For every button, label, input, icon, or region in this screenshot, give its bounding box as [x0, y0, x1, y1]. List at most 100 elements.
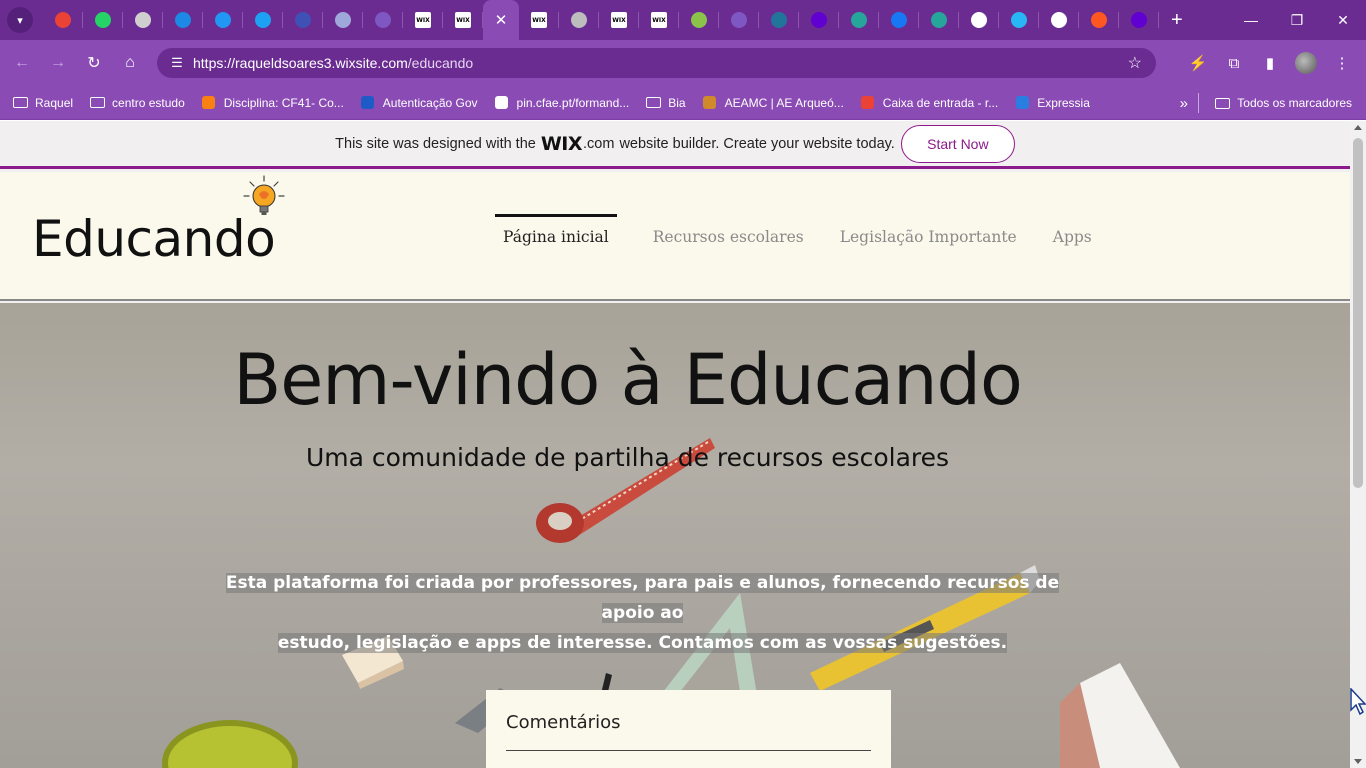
check-app-icon — [375, 12, 391, 28]
bookmark-item[interactable]: centro estudo — [81, 90, 193, 116]
hero-subtitle: Uma comunidade de partilha de recursos e… — [305, 443, 950, 472]
close-icon[interactable]: ✕ — [495, 11, 508, 29]
minimize-button[interactable]: — — [1228, 0, 1274, 40]
browser-tab[interactable] — [323, 0, 363, 40]
menu-kebab-icon[interactable]: ⋮ — [1324, 45, 1360, 81]
site-info-icon[interactable]: ☰ — [161, 55, 193, 71]
bookmark-label: Expressia — [1037, 95, 1090, 110]
home-button[interactable]: ⌂ — [112, 45, 148, 81]
moodle-icon — [201, 96, 217, 110]
bookmark-label: Autenticação Gov — [382, 95, 478, 110]
browser-tab[interactable] — [719, 0, 759, 40]
browser-tab[interactable]: WIX — [599, 0, 639, 40]
bookmarks-bar: Raquel centro estudo Disciplina: CF41- Co.… — [0, 86, 1366, 120]
bookmark-item[interactable]: pin.cfae.pt/formand... — [486, 90, 638, 116]
wix-promo-banner: This site was designed with the WIX .com… — [0, 121, 1350, 169]
browser-tab[interactable] — [163, 0, 203, 40]
page-viewport: This site was designed with the WIX .com… — [0, 121, 1350, 768]
bookmark-item[interactable]: Autenticação Gov — [352, 90, 486, 116]
browser-tab[interactable] — [83, 0, 123, 40]
tab-search-button[interactable]: ▾ — [7, 7, 33, 33]
nav-item-recursos-escolares[interactable]: Recursos escolares — [653, 214, 804, 246]
hero-description-line-1: Esta plataforma foi criada por professor… — [225, 573, 1060, 623]
folder-icon — [645, 96, 661, 110]
new-tab-button[interactable]: + — [1171, 9, 1183, 32]
browser-tab[interactable] — [43, 0, 83, 40]
scroll-up-arrow-icon[interactable] — [1354, 125, 1362, 130]
hero-description-line-2: estudo, legislação e apps de interesse. … — [277, 633, 1008, 653]
tab-list: WIX WIX ✕ WIX WIX WIX — [43, 0, 1159, 40]
edge-app-icon — [1011, 12, 1027, 28]
browser-tab[interactable] — [283, 0, 323, 40]
browser-tab[interactable] — [559, 0, 599, 40]
browser-tab[interactable] — [759, 0, 799, 40]
scroll-thumb[interactable] — [1353, 138, 1363, 488]
bookmark-item[interactable]: Raquel — [4, 90, 81, 116]
browser-tab[interactable] — [363, 0, 403, 40]
bookmark-star-icon[interactable]: ☆ — [1128, 53, 1142, 73]
site-logo[interactable]: Educando — [32, 210, 276, 268]
tree-app-icon — [1051, 12, 1067, 28]
browser-tab[interactable] — [959, 0, 999, 40]
reload-button[interactable]: ↻ — [76, 45, 112, 81]
wix-icon: WIX — [651, 12, 667, 28]
browser-tab[interactable] — [879, 0, 919, 40]
hero-section: Bem-vindo à Educando Uma comunidade de p… — [0, 303, 1350, 768]
basket-image — [162, 720, 298, 768]
browser-tab[interactable] — [123, 0, 163, 40]
whatsapp-icon — [95, 12, 111, 28]
bookmark-label: Disciplina: CF41- Co... — [223, 95, 344, 110]
nav-item-legislacao[interactable]: Legislação Importante — [840, 214, 1017, 246]
bookmark-item[interactable]: Caixa de entrada - r... — [852, 90, 1006, 116]
profile-avatar[interactable] — [1288, 45, 1324, 81]
browser-tab[interactable] — [839, 0, 879, 40]
wix-icon: WIX — [415, 12, 431, 28]
bookmark-item[interactable]: Bia — [637, 90, 693, 116]
robot-app-icon — [931, 12, 947, 28]
all-bookmarks-folder[interactable]: Todos os marcadores — [1206, 90, 1360, 116]
back-button[interactable]: ← — [4, 45, 40, 81]
page-scrollbar[interactable] — [1350, 121, 1366, 768]
extensions-icon[interactable]: ⧉ — [1216, 45, 1252, 81]
browser-tab[interactable]: WIX — [639, 0, 679, 40]
browser-tab[interactable] — [999, 0, 1039, 40]
start-now-button[interactable]: Start Now — [900, 124, 1015, 163]
bookmark-label: Caixa de entrada - r... — [882, 95, 999, 110]
browser-tab[interactable]: WIX — [519, 0, 559, 40]
bookmark-item[interactable]: Disciplina: CF41- Co... — [193, 90, 352, 116]
browser-tab[interactable] — [1079, 0, 1119, 40]
browser-tab[interactable]: ✕ — [483, 0, 519, 40]
nav-item-pagina-inicial[interactable]: Página inicial — [495, 214, 617, 246]
more-bookmarks-icon[interactable]: » — [1180, 86, 1188, 120]
url-text[interactable]: https://raqueldsoares3.wixsite.com/educa… — [193, 55, 473, 71]
folder-icon — [1214, 96, 1230, 110]
performance-icon[interactable]: ⚡ — [1180, 45, 1216, 81]
bookmark-label: Bia — [668, 95, 686, 110]
school-icon — [702, 96, 718, 110]
site-header: Educando Página inicial Recursos escolar… — [0, 172, 1350, 301]
browser-tab[interactable] — [1039, 0, 1079, 40]
browser-tab[interactable]: WIX — [403, 0, 443, 40]
bookmark-item[interactable]: Expressia — [1006, 90, 1098, 116]
tab-strip: ▾ WIX WIX ✕ WIX WIX WIX + — ❐ ✕ — [0, 0, 1366, 40]
browser-tab[interactable] — [799, 0, 839, 40]
restore-button[interactable]: ❐ — [1274, 0, 1320, 40]
folder-icon — [12, 96, 28, 110]
hero-description: Esta plataforma foi criada por professor… — [205, 568, 1080, 658]
browser-tab[interactable] — [243, 0, 283, 40]
nav-item-apps[interactable]: Apps — [1053, 214, 1092, 246]
browser-tab[interactable] — [679, 0, 719, 40]
browser-tab[interactable] — [1119, 0, 1159, 40]
wix-banner-text-2: website builder. Create your website tod… — [619, 135, 895, 152]
gmail-icon — [55, 12, 71, 28]
browser-tab[interactable] — [203, 0, 243, 40]
browser-tab[interactable] — [919, 0, 959, 40]
bookmark-item[interactable]: AEAMC | AE Arqueó... — [694, 90, 852, 116]
bookmarks-divider — [1198, 93, 1199, 113]
browser-tab[interactable]: WIX — [443, 0, 483, 40]
side-panel-icon[interactable]: ▮ — [1252, 45, 1288, 81]
close-window-button[interactable]: ✕ — [1320, 0, 1366, 40]
address-bar[interactable]: ☰ https://raqueldsoares3.wixsite.com/edu… — [157, 48, 1156, 78]
scroll-down-arrow-icon[interactable] — [1354, 759, 1362, 764]
forward-button[interactable]: → — [40, 45, 76, 81]
